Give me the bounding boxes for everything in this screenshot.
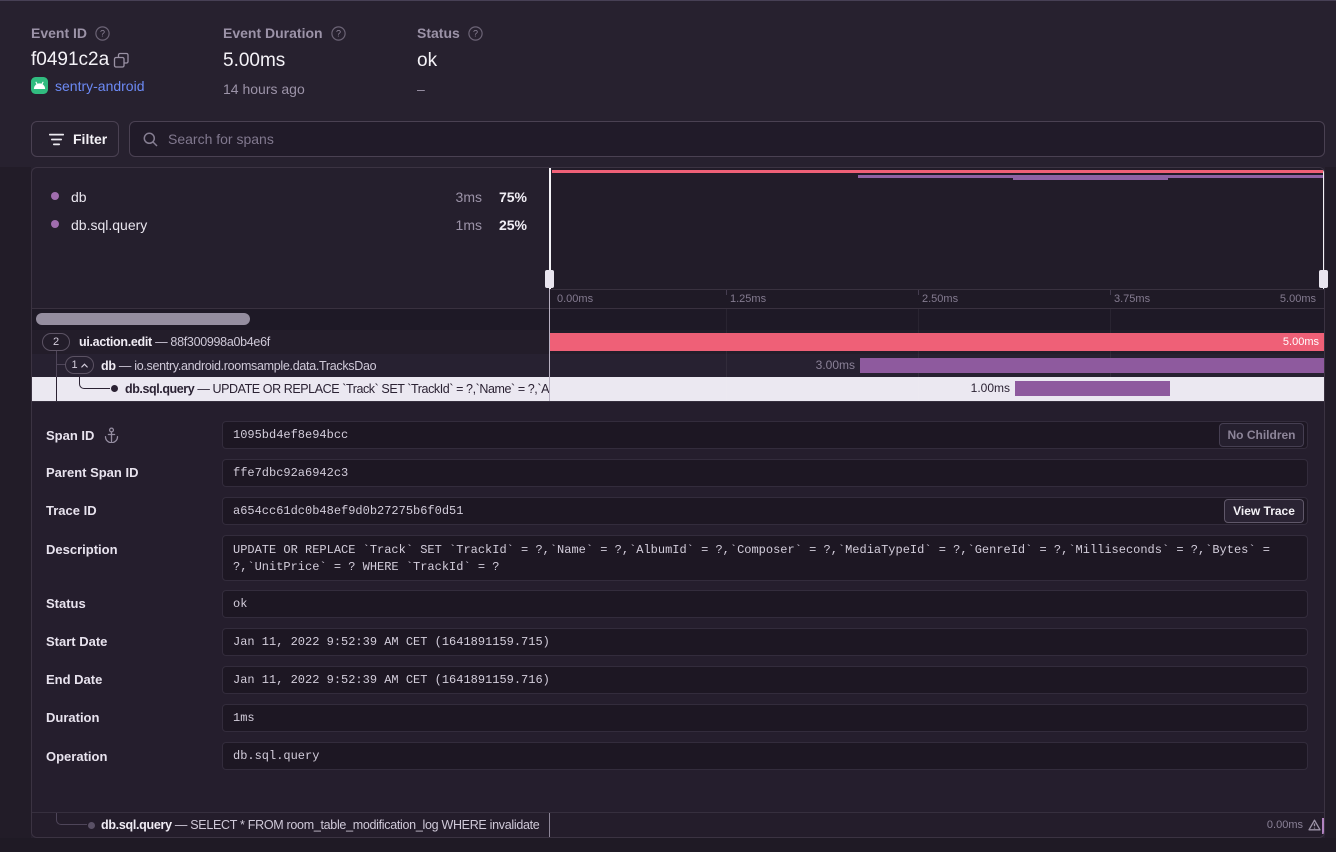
svg-text:?: ? <box>336 28 341 38</box>
svg-text:?: ? <box>100 28 105 38</box>
svg-text:?: ? <box>473 28 478 38</box>
